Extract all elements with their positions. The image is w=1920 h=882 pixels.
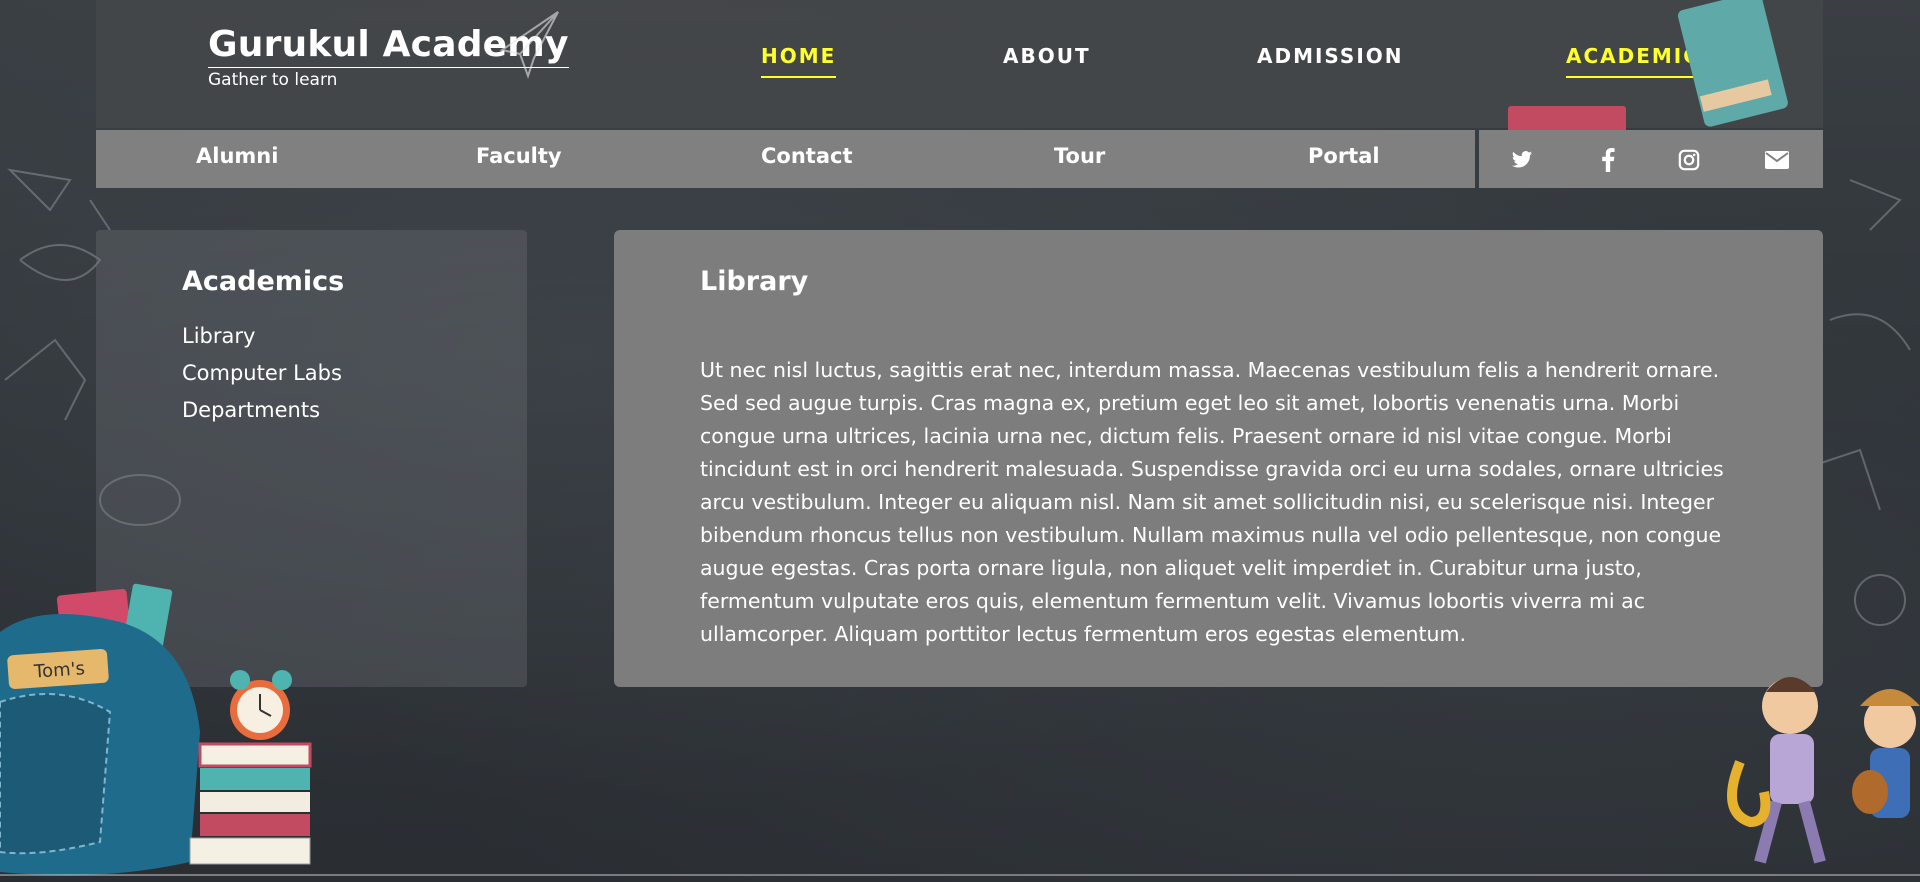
sidebar-heading: Academics: [182, 266, 345, 297]
sidebar-item-departments[interactable]: Departments: [182, 392, 342, 429]
books-illustration: [1508, 0, 1788, 132]
nav-home[interactable]: HOME: [761, 44, 837, 78]
backpack-tag-text: Tom's: [32, 658, 85, 683]
subnav-contact[interactable]: Contact: [761, 144, 853, 168]
subnav-portal[interactable]: Portal: [1308, 144, 1380, 168]
sidebar-menu: Library Computer Labs Departments: [182, 318, 342, 429]
subnav-tour[interactable]: Tour: [1054, 144, 1105, 168]
content-panel: Library Ut nec nisl luctus, sagittis era…: [614, 230, 1823, 687]
sidebar-item-computer-labs[interactable]: Computer Labs: [182, 355, 342, 392]
twitter-icon[interactable]: [1509, 147, 1535, 173]
facebook-icon[interactable]: [1595, 147, 1621, 173]
social-links: [1479, 130, 1823, 188]
secondary-navigation: Alumni Faculty Contact Tour Portal: [96, 130, 1475, 188]
page-title: Library: [700, 266, 809, 297]
instagram-icon[interactable]: [1676, 147, 1702, 173]
email-icon[interactable]: [1764, 147, 1790, 173]
musicians-illustration: [1727, 677, 1920, 864]
subnav-alumni[interactable]: Alumni: [196, 144, 278, 168]
sidebar-item-library[interactable]: Library: [182, 318, 342, 355]
backpack-illustration: Tom's: [0, 583, 312, 876]
nav-admission[interactable]: ADMISSION: [1257, 44, 1404, 76]
subnav-faculty[interactable]: Faculty: [476, 144, 562, 168]
page-body-text: Ut nec nisl luctus, sagittis erat nec, i…: [700, 358, 1724, 646]
chalk-ledge: [0, 874, 1920, 876]
nav-about[interactable]: ABOUT: [1003, 44, 1091, 76]
